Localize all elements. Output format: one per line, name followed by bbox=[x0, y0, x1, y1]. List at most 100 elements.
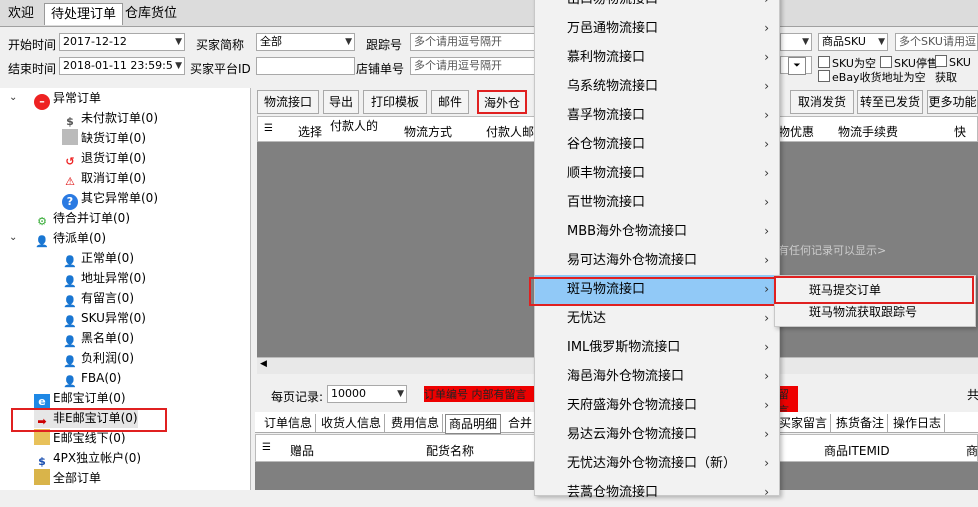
tree-item-non-eub-orders[interactable]: ➡ 非E邮宝订单(0) bbox=[34, 408, 138, 428]
column-gift[interactable]: 赠品 bbox=[290, 442, 314, 459]
scroll-left-icon[interactable]: ◀ bbox=[260, 359, 267, 369]
mark-shipped-button[interactable]: 转至已发货 bbox=[857, 90, 923, 114]
no-entry-icon: – bbox=[34, 94, 50, 110]
tree-item-out-of-stock[interactable]: 缺货订单(0) bbox=[62, 128, 146, 148]
order-category-tree: ⌄ – 异常订单 $ 未付款订单(0) 缺货订单(0) ↺ 退货订单(0) ⚠ 取消订单… bbox=[0, 88, 251, 490]
collapse-icon[interactable]: ⌄ bbox=[9, 232, 17, 243]
column-payer-email[interactable]: 付款人邮 bbox=[486, 123, 534, 140]
menu-item-shunfeng[interactable]: 顺丰物流接口 › bbox=[535, 159, 779, 188]
tree-item-other-exceptions[interactable]: ? 其它异常单(0) bbox=[62, 188, 158, 210]
tab-operation-log[interactable]: 操作日志 bbox=[890, 414, 946, 432]
sku-input[interactable]: 多个SKU请用逗 bbox=[895, 33, 978, 51]
tree-item-to-dispatch[interactable]: 👤 待派单(0) bbox=[34, 228, 106, 248]
tree-item-address-exception[interactable]: 👤 地址异常(0) bbox=[62, 268, 146, 288]
chevron-right-icon: › bbox=[764, 282, 769, 296]
menu-item-iml[interactable]: IML俄罗斯物流接口 › bbox=[535, 333, 779, 362]
chevron-right-icon: › bbox=[764, 21, 769, 35]
tree-item-normal[interactable]: 👤 正常单(0) bbox=[62, 248, 134, 268]
column-item-id[interactable]: 商品ITEMID bbox=[824, 442, 890, 459]
more-functions-button[interactable]: 更多功能 bbox=[927, 90, 978, 114]
menu-item-chukouyi[interactable]: 出口易物流接口› bbox=[535, 0, 779, 14]
tab-buyer-message[interactable]: 买家留言 bbox=[776, 414, 832, 432]
tree-item-to-merge[interactable]: ⚙ 待合并订单(0) bbox=[34, 208, 130, 228]
column-discount[interactable]: 物优惠 bbox=[778, 123, 814, 140]
menu-item-yidayun[interactable]: 易达云海外仓物流接口 › bbox=[535, 420, 779, 449]
cancel-shipment-button[interactable]: 取消发货 bbox=[790, 90, 854, 114]
collapse-icon[interactable]: ⌄ bbox=[9, 92, 17, 103]
overseas-warehouse-button[interactable]: 海外仓 bbox=[477, 90, 527, 114]
menu-item-mbb[interactable]: MBB海外仓物流接口 › bbox=[535, 217, 779, 246]
menu-item-wuyouda-new[interactable]: 无忧达海外仓物流接口（新） › bbox=[535, 449, 779, 478]
tab-receiver-info[interactable]: 收货人信息 bbox=[318, 414, 386, 432]
tab-product-detail[interactable]: 商品明细 bbox=[445, 414, 502, 434]
user-icon: 👤 bbox=[35, 235, 49, 248]
tree-item-sku-exception[interactable]: 👤 SKU异常(0) bbox=[62, 308, 146, 328]
end-time-input[interactable]: 2018-01-11 23:59:5 ▼ bbox=[59, 57, 185, 75]
menu-item-yikeda[interactable]: 易可达海外仓物流接口 › bbox=[535, 246, 779, 275]
tree-item-4px-account[interactable]: $4PX独立帐户(0) bbox=[34, 448, 141, 468]
tab-merge[interactable]: 合并 bbox=[505, 414, 537, 432]
column-menu-icon[interactable]: ☰ bbox=[264, 123, 273, 134]
column-product[interactable]: 商 bbox=[966, 442, 978, 459]
tracking-input[interactable]: 多个请用逗号隔开 bbox=[410, 33, 536, 51]
menu-item-gucang[interactable]: 谷仓物流接口 › bbox=[535, 130, 779, 159]
submenu-banma-submit-order[interactable]: 斑马提交订单 bbox=[775, 278, 975, 302]
column-select[interactable]: 选择 bbox=[298, 123, 322, 140]
start-time-label: 开始时间 bbox=[8, 38, 57, 52]
menu-item-wuyouda[interactable]: 无忧达 › bbox=[535, 304, 779, 333]
chevron-right-icon: › bbox=[764, 79, 769, 93]
menu-item-baishi[interactable]: 百世物流接口 › bbox=[535, 188, 779, 217]
sku-fetch-checkbox[interactable]: SKU获取 bbox=[935, 55, 978, 85]
tab-pick-notes[interactable]: 拣货备注 bbox=[833, 414, 889, 432]
column-allocation-name[interactable]: 配货名称 bbox=[426, 442, 474, 459]
tab-welcome[interactable]: 欢迎 bbox=[2, 3, 40, 25]
menu-item-banma[interactable]: 斑马物流接口 › bbox=[535, 275, 779, 304]
menu-item-last[interactable]: 芸蒿仓物流接口 › bbox=[535, 478, 779, 507]
tab-order-info[interactable]: 订单信息 bbox=[261, 414, 317, 432]
logistics-interface-button[interactable]: 物流接口 bbox=[257, 90, 319, 114]
submenu-banma-get-tracking[interactable]: 斑马物流获取跟踪号 bbox=[775, 300, 975, 324]
tree-item-all-orders[interactable]: 全部订单 bbox=[34, 468, 101, 488]
tree-item-negative-profit[interactable]: 👤 负利润(0) bbox=[62, 348, 134, 368]
ebay-address-empty-checkbox[interactable]: eBay收货地址为空 bbox=[818, 69, 926, 85]
partial-select[interactable]: ▼ bbox=[780, 33, 812, 51]
buyer-platform-input[interactable] bbox=[256, 57, 355, 75]
export-button[interactable]: 导出 bbox=[323, 90, 359, 114]
tree-item-cancelled[interactable]: ⚠ 取消订单(0) bbox=[62, 168, 146, 188]
column-logistics-method[interactable]: 物流方式 bbox=[404, 123, 452, 140]
column-logistics-fee[interactable]: 物流手续费 bbox=[838, 123, 898, 140]
email-button[interactable]: 邮件 bbox=[431, 90, 469, 114]
tree-item-exception-orders[interactable]: – 异常订单 bbox=[34, 88, 101, 110]
tab-bar: 欢迎 待处理订单 仓库货位 bbox=[0, 0, 978, 27]
tree-item-eub-offline[interactable]: E邮宝线下(0) bbox=[34, 428, 126, 448]
tree-item-has-message[interactable]: 👤 有留言(0) bbox=[62, 288, 134, 308]
chevron-right-icon: › bbox=[764, 0, 769, 14]
tree-item-eub-orders[interactable]: e E邮宝订单(0) bbox=[34, 388, 126, 410]
column-payer[interactable]: 付款人的 bbox=[330, 117, 378, 134]
shop-order-label: 店铺单号 bbox=[356, 62, 405, 76]
start-time-input[interactable]: 2017-12-12 ▼ bbox=[59, 33, 185, 51]
chevron-right-icon: › bbox=[764, 369, 769, 383]
buyer-short-select[interactable]: 全部 ▼ bbox=[256, 33, 355, 51]
menu-item-muli[interactable]: 慕利物流接口 › bbox=[535, 43, 779, 72]
menu-item-tianfusheng[interactable]: 天府盛海外仓物流接口 › bbox=[535, 391, 779, 420]
sku-type-select[interactable]: 商品SKU ▼ bbox=[818, 33, 888, 51]
chevron-down-icon: ▼ bbox=[878, 37, 885, 47]
menu-item-xifu[interactable]: 喜孚物流接口 › bbox=[535, 101, 779, 130]
tab-warehouse-location[interactable]: 仓库货位 bbox=[119, 3, 183, 25]
tab-fee-info[interactable]: 费用信息 bbox=[388, 414, 444, 432]
page-size-select[interactable]: 10000 ▼ bbox=[327, 385, 407, 403]
print-template-button[interactable]: 打印模板 bbox=[363, 90, 427, 114]
expand-icon[interactable]: ⏷ bbox=[788, 57, 806, 75]
tree-item-blacklist[interactable]: 👤 黑名单(0) bbox=[62, 328, 134, 348]
tree-item-fba[interactable]: 👤 FBA(0) bbox=[62, 368, 121, 388]
tab-pending-orders[interactable]: 待处理订单 bbox=[44, 3, 124, 25]
column-menu-icon[interactable]: ☰ bbox=[262, 442, 271, 453]
menu-item-wanyitong[interactable]: 万邑通物流接口 › bbox=[535, 14, 779, 43]
shop-order-input[interactable]: 多个请用逗号隔开 bbox=[410, 57, 536, 75]
menu-item-wu[interactable]: 乌系统物流接口 › bbox=[535, 72, 779, 101]
tracking-label: 跟踪号 bbox=[366, 38, 403, 52]
tree-item-returns[interactable]: ↺ 退货订单(0) bbox=[62, 148, 146, 168]
menu-item-haiyi[interactable]: 海邑海外仓物流接口 › bbox=[535, 362, 779, 391]
tree-item-unpaid[interactable]: $ 未付款订单(0) bbox=[62, 108, 158, 128]
